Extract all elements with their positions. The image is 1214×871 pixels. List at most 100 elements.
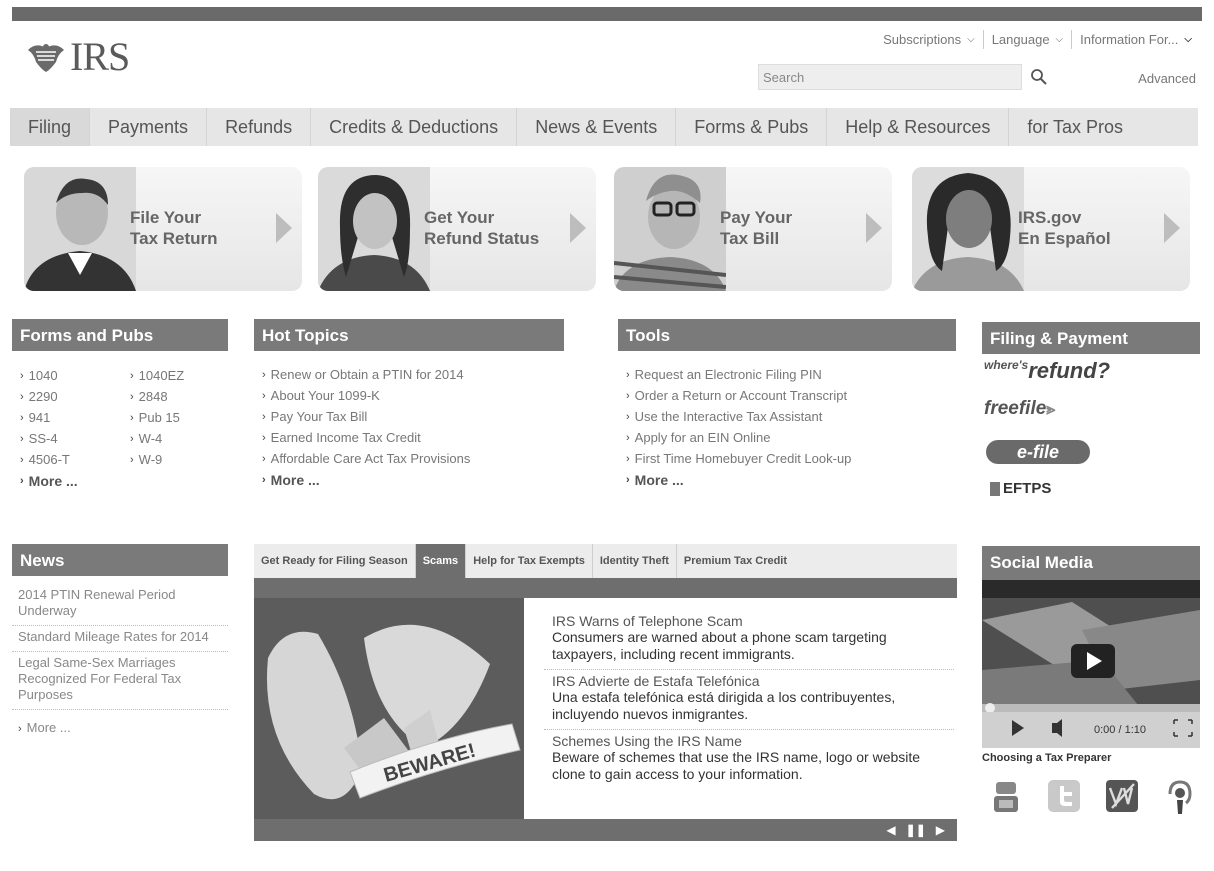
form-link[interactable]: › Pub 15 <box>130 407 184 428</box>
form-link-label: 941 <box>28 410 51 425</box>
tool-link[interactable]: › Apply for an EIN Online <box>626 427 851 448</box>
social-media-header[interactable]: Social Media <box>982 546 1200 580</box>
twitter-icon[interactable] <box>1046 778 1082 816</box>
form-link[interactable]: › SS-4 <box>20 428 78 449</box>
information-for-menu[interactable]: Information For... ⌵ <box>1071 30 1200 49</box>
nav-refunds[interactable]: Refunds <box>207 108 312 146</box>
promo-label: Pay Your Tax Bill <box>720 207 792 249</box>
hot-topic-link[interactable]: › About Your 1099-K <box>262 385 470 406</box>
news-header[interactable]: News <box>12 544 228 576</box>
form-link[interactable]: › 4506-T <box>20 449 78 470</box>
search-input[interactable]: Search <box>758 64 1022 90</box>
video-time: 0:00 / 1:10 <box>1094 724 1146 736</box>
hot-topic-link[interactable]: › Affordable Care Act Tax Provisions <box>262 448 470 469</box>
nav-filing[interactable]: Filing <box>10 108 91 146</box>
irs-video-icon[interactable] <box>1104 778 1140 816</box>
form-link[interactable]: › W-4 <box>130 428 184 449</box>
tools-header[interactable]: Tools <box>618 319 956 351</box>
news-item[interactable]: Standard Mileage Rates for 2014 <box>12 626 228 652</box>
chevron-right-icon: › <box>262 431 266 444</box>
promo-refund-status[interactable]: Get Your Refund Status <box>318 167 596 291</box>
promo-irs-espanol[interactable]: IRS.gov En Español <box>912 167 1190 291</box>
nav-tax-pros[interactable]: for Tax Pros <box>1009 108 1141 146</box>
story-item[interactable]: IRS Warns of Telephone Scam Consumers ar… <box>544 610 954 670</box>
person-photo-icon <box>24 167 136 291</box>
tool-link[interactable]: › Use the Interactive Tax Assistant <box>626 406 851 427</box>
tab-premium-tax-credit[interactable]: Premium Tax Credit <box>677 544 794 578</box>
search-icon[interactable] <box>1030 68 1048 86</box>
eftps-link[interactable]: EFTPS <box>990 480 1051 497</box>
story-title[interactable]: IRS Warns of Telephone Scam <box>552 613 954 629</box>
form-link[interactable]: › W-9 <box>130 449 184 470</box>
pause-icon[interactable]: ❚❚ <box>906 823 926 837</box>
next-icon[interactable]: ▶ <box>936 823 945 837</box>
advanced-search-link[interactable]: Advanced <box>1138 71 1196 86</box>
promo-line1: Pay Your <box>720 208 793 227</box>
video-caption[interactable]: Choosing a Tax Preparer <box>982 752 1111 764</box>
news-item[interactable]: 2014 PTIN Renewal Period Underway <box>12 584 228 626</box>
tool-link[interactable]: › Request an Electronic Filing PIN <box>626 364 851 385</box>
form-link[interactable]: › 2848 <box>130 386 184 407</box>
podcast-icon[interactable] <box>1162 778 1198 816</box>
news-list: 2014 PTIN Renewal Period Underway Standa… <box>12 584 228 743</box>
chevron-right-icon <box>866 213 882 243</box>
previous-icon[interactable]: ◀ <box>886 823 895 837</box>
promo-file-return[interactable]: File Your Tax Return <box>24 167 302 291</box>
form-link-label: W-9 <box>138 452 163 467</box>
language-menu[interactable]: Language ⌵ <box>982 30 1071 49</box>
nav-credits-deductions[interactable]: Credits & Deductions <box>311 108 518 146</box>
story-title[interactable]: Schemes Using the IRS Name <box>552 733 954 749</box>
forms-list-col1: › 1040 › 2290 › 941 › SS-4 › 4506-T › More ... <box>20 365 78 491</box>
nav-forms-pubs[interactable]: Forms & Pubs <box>676 108 828 146</box>
irs-logo[interactable]: IRS <box>26 33 130 80</box>
freefile-link[interactable]: freefile⪢ <box>984 398 1055 420</box>
tools-more-link[interactable]: › More ... <box>626 469 851 490</box>
news-more-link[interactable]: › More ... <box>12 710 228 743</box>
subscriptions-menu[interactable]: Subscriptions ⌵ <box>875 30 983 49</box>
promo-line2: Tax Return <box>130 229 218 248</box>
hot-topics-more-link[interactable]: › More ... <box>262 469 470 490</box>
story-title[interactable]: IRS Advierte de Estafa Telefónica <box>552 673 954 689</box>
tool-link[interactable]: › First Time Homebuyer Credit Look-up <box>626 448 851 469</box>
tab-identity-theft[interactable]: Identity Theft <box>593 544 677 578</box>
tool-label: Apply for an EIN Online <box>634 430 771 445</box>
youtube-icon[interactable] <box>988 778 1024 816</box>
promo-line2: En Español <box>1018 229 1111 248</box>
chevron-right-icon: › <box>262 410 266 423</box>
hot-topics-header[interactable]: Hot Topics <box>254 319 564 351</box>
chevron-right-icon: › <box>20 369 24 382</box>
tool-link[interactable]: › Order a Return or Account Transcript <box>626 385 851 406</box>
hot-topic-link[interactable]: › Pay Your Tax Bill <box>262 406 470 427</box>
forms-more-link[interactable]: › More ... <box>20 470 78 491</box>
tab-scams[interactable]: Scams <box>415 544 467 578</box>
form-link[interactable]: › 941 <box>20 407 78 428</box>
hot-topic-link[interactable]: › Earned Income Tax Credit <box>262 427 470 448</box>
tab-filing-season[interactable]: Get Ready for Filing Season <box>254 544 416 578</box>
form-link[interactable]: › 1040EZ <box>130 365 184 386</box>
form-link[interactable]: › 1040 <box>20 365 78 386</box>
chevron-right-icon: › <box>262 389 266 402</box>
form-link[interactable]: › 2290 <box>20 386 78 407</box>
chevron-right-icon <box>570 213 586 243</box>
news-item[interactable]: Legal Same-Sex Marriages Recognized For … <box>12 652 228 710</box>
hot-topic-link[interactable]: › Renew or Obtain a PTIN for 2014 <box>262 364 470 385</box>
wheres-my-refund-link[interactable]: where'srefund? <box>984 358 1110 384</box>
video-thumbnail-icon: 0:00 / 1:10 <box>982 580 1200 748</box>
filing-payment-header[interactable]: Filing & Payment <box>982 322 1200 354</box>
nav-payments[interactable]: Payments <box>90 108 208 146</box>
promo-line2: Tax Bill <box>720 229 780 248</box>
form-link-label: 2290 <box>28 389 58 404</box>
forms-pubs-header[interactable]: Forms and Pubs <box>12 319 228 351</box>
story-item[interactable]: IRS Advierte de Estafa Telefónica Una es… <box>544 670 954 730</box>
nav-help-resources[interactable]: Help & Resources <box>827 108 1010 146</box>
tab-tax-exempts[interactable]: Help for Tax Exempts <box>466 544 593 578</box>
story-item[interactable]: Schemes Using the IRS Name Beware of sch… <box>544 730 954 789</box>
promo-line2: Refund Status <box>424 229 540 248</box>
efile-link[interactable]: e-file <box>986 440 1090 464</box>
chevron-right-icon: › <box>130 369 134 382</box>
promo-pay-tax-bill[interactable]: Pay Your Tax Bill <box>614 167 892 291</box>
nav-news-events[interactable]: News & Events <box>517 108 677 146</box>
video-player[interactable]: 0:00 / 1:10 <box>982 580 1200 748</box>
more-label: More ... <box>28 472 78 489</box>
chevron-right-icon: › <box>20 432 24 445</box>
